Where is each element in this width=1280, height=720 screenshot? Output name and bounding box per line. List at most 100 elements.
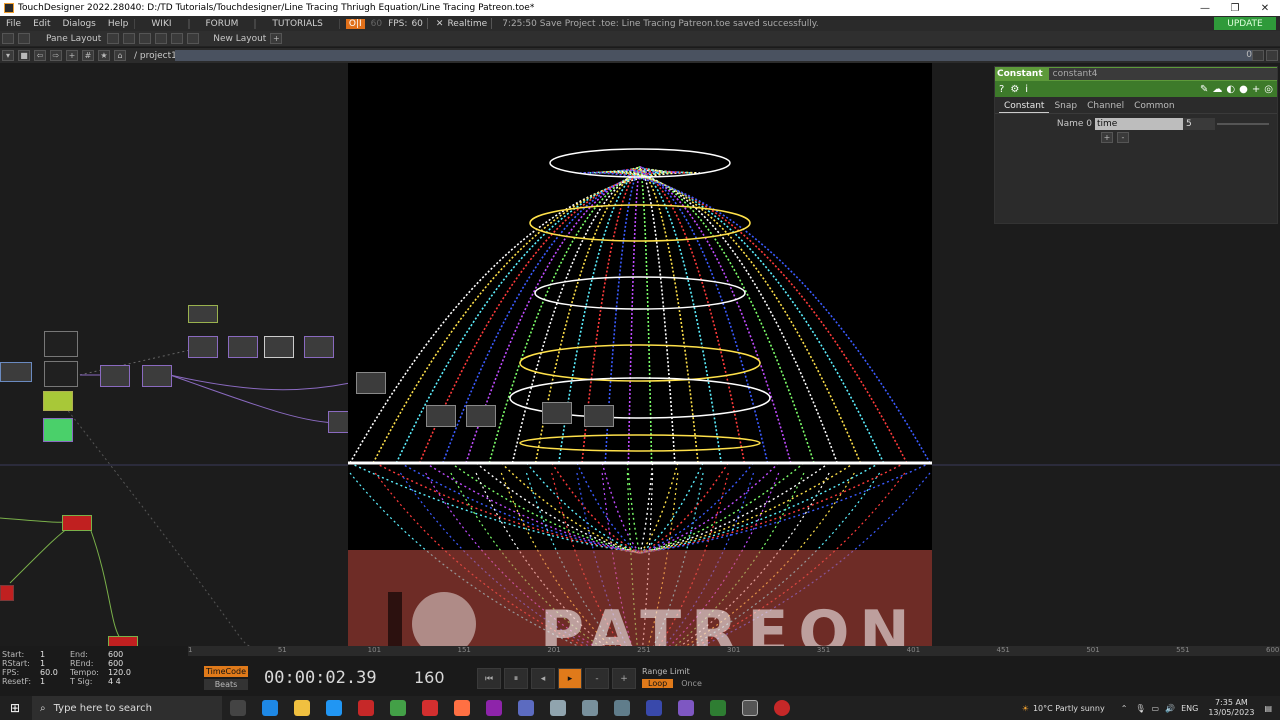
layout-6-icon[interactable] xyxy=(187,33,200,44)
weather-text[interactable]: 10°C Partly sunny xyxy=(1033,704,1105,713)
frame-display[interactable]: 160 xyxy=(414,668,445,687)
value0-field[interactable]: 5 xyxy=(1183,118,1215,130)
op-node[interactable] xyxy=(44,331,78,357)
add-param-icon[interactable]: + xyxy=(1252,84,1260,95)
tab-channel[interactable]: Channel xyxy=(1082,101,1129,113)
grid-icon[interactable]: # xyxy=(82,50,94,61)
minimize-button[interactable]: — xyxy=(1190,0,1220,16)
forward-icon[interactable]: ⇨ xyxy=(50,50,62,61)
clock[interactable]: 7:35 AM 13/05/2023 xyxy=(1208,698,1254,718)
layout-2-icon[interactable] xyxy=(123,33,136,44)
once-toggle[interactable]: Once xyxy=(673,679,710,688)
touchdesigner-taskbar-icon[interactable] xyxy=(742,700,758,716)
tab-snap[interactable]: Snap xyxy=(1049,101,1082,113)
comment-icon[interactable]: ☁ xyxy=(1212,84,1222,95)
remove-channel-button[interactable]: - xyxy=(1117,132,1129,143)
info-v[interactable]: 60.0 xyxy=(40,668,70,677)
pane-maximize-icon[interactable] xyxy=(1252,50,1264,61)
op-node[interactable] xyxy=(0,585,14,601)
realtime-label[interactable]: Realtime xyxy=(447,19,487,29)
star-icon[interactable]: ★ xyxy=(98,50,110,61)
acrobat-icon[interactable] xyxy=(422,700,438,716)
pane-layout-label[interactable]: Pane Layout xyxy=(46,34,101,44)
timecode-toggle[interactable]: TimeCode xyxy=(204,666,248,677)
info-v2[interactable]: 600 xyxy=(108,659,138,668)
info-v[interactable]: 1 xyxy=(40,650,70,659)
info-v[interactable]: 1 xyxy=(40,677,70,686)
tab-common[interactable]: Common xyxy=(1129,101,1180,113)
beats-toggle[interactable]: Beats xyxy=(204,679,248,690)
home-icon[interactable]: ⌂ xyxy=(114,50,126,61)
layout-5-icon[interactable] xyxy=(171,33,184,44)
op-node[interactable] xyxy=(44,361,78,387)
excel-icon[interactable] xyxy=(710,700,726,716)
app-icon[interactable] xyxy=(774,700,790,716)
timeline-ruler[interactable]: 1 51 101 151 201 251 301 351 401 451 501 551 600 xyxy=(188,646,1280,656)
menu-arrow-icon[interactable]: ▾ xyxy=(2,50,14,61)
layout-3-icon[interactable] xyxy=(139,33,152,44)
op-node[interactable] xyxy=(0,362,32,382)
value0-slider[interactable] xyxy=(1217,123,1269,125)
menu-help[interactable]: Help xyxy=(102,19,135,29)
taskbar-search[interactable]: ⌕ Type here to search xyxy=(32,696,222,720)
layout-4-icon[interactable] xyxy=(155,33,168,44)
maximize-button[interactable]: ❐ xyxy=(1220,0,1250,16)
forum-link[interactable]: FORUM xyxy=(188,18,256,29)
mic-icon[interactable]: 🎙 xyxy=(1135,704,1145,713)
op-node-selected[interactable] xyxy=(264,336,294,358)
expand-icon[interactable]: ● xyxy=(1239,84,1248,95)
info-icon[interactable]: i xyxy=(1025,84,1028,95)
app-icon[interactable] xyxy=(678,700,694,716)
volume-icon[interactable]: 🔊 xyxy=(1165,704,1175,713)
app-icon[interactable] xyxy=(518,700,534,716)
loop-toggle[interactable]: Loop xyxy=(642,679,674,688)
info-v[interactable]: 1 xyxy=(40,659,70,668)
python-help-icon[interactable]: ⚙ xyxy=(1010,84,1019,95)
target-icon[interactable]: ◎ xyxy=(1264,84,1273,95)
path-field[interactable] xyxy=(175,50,1252,61)
add-layout-button[interactable]: + xyxy=(270,33,283,44)
update-button[interactable]: UPDATE xyxy=(1214,17,1276,30)
task-view-icon[interactable] xyxy=(230,700,246,716)
name0-field[interactable]: time xyxy=(1095,118,1183,130)
edit-icon[interactable]: ✎ xyxy=(1200,84,1208,95)
mail-icon[interactable] xyxy=(326,700,342,716)
calculator-icon[interactable] xyxy=(614,700,630,716)
op-node[interactable] xyxy=(188,336,218,358)
op-node[interactable] xyxy=(542,402,572,424)
menu-dialogs[interactable]: Dialogs xyxy=(57,19,102,29)
info-v2[interactable]: 4 4 xyxy=(108,677,138,686)
op-node[interactable] xyxy=(426,405,456,427)
info-v2[interactable]: 600 xyxy=(108,650,138,659)
stop-icon[interactable]: ■ xyxy=(18,50,30,61)
op-node[interactable] xyxy=(188,305,218,323)
step-back-button[interactable]: ◂ xyxy=(531,668,555,689)
op-node[interactable] xyxy=(43,391,73,411)
windows-start-icon[interactable]: ⊞ xyxy=(10,701,20,715)
op-node[interactable] xyxy=(304,336,334,358)
language-icon[interactable]: ◐ xyxy=(1226,84,1235,95)
firefox-icon[interactable] xyxy=(454,700,470,716)
op-name-field[interactable]: constant4 xyxy=(1048,68,1277,80)
back-icon[interactable]: ⇦ xyxy=(34,50,46,61)
edge-icon[interactable] xyxy=(262,700,278,716)
new-layout-label[interactable]: New Layout xyxy=(213,34,266,44)
op-node[interactable] xyxy=(356,372,386,394)
op-node[interactable] xyxy=(228,336,258,358)
weather-icon[interactable]: ☀ xyxy=(1022,704,1029,713)
app-icon[interactable] xyxy=(486,700,502,716)
menu-file[interactable]: File xyxy=(0,19,27,29)
chrome-icon[interactable] xyxy=(390,700,406,716)
pane-layout-icon[interactable] xyxy=(18,33,30,44)
wiki-link[interactable]: WIKI xyxy=(134,18,189,29)
layout-1-icon[interactable] xyxy=(107,33,120,44)
tray-up-icon[interactable]: ⌃ xyxy=(1121,704,1128,713)
slower-button[interactable]: - xyxy=(585,668,609,689)
realtime-checkbox-icon[interactable]: ✕ xyxy=(436,19,444,29)
op-node[interactable] xyxy=(584,405,614,427)
add-icon[interactable]: + xyxy=(66,50,78,61)
pane-split-icon[interactable] xyxy=(2,33,14,44)
file-explorer-icon[interactable] xyxy=(294,700,310,716)
op-node[interactable] xyxy=(100,365,130,387)
notifications-icon[interactable]: ▤ xyxy=(1264,704,1272,713)
